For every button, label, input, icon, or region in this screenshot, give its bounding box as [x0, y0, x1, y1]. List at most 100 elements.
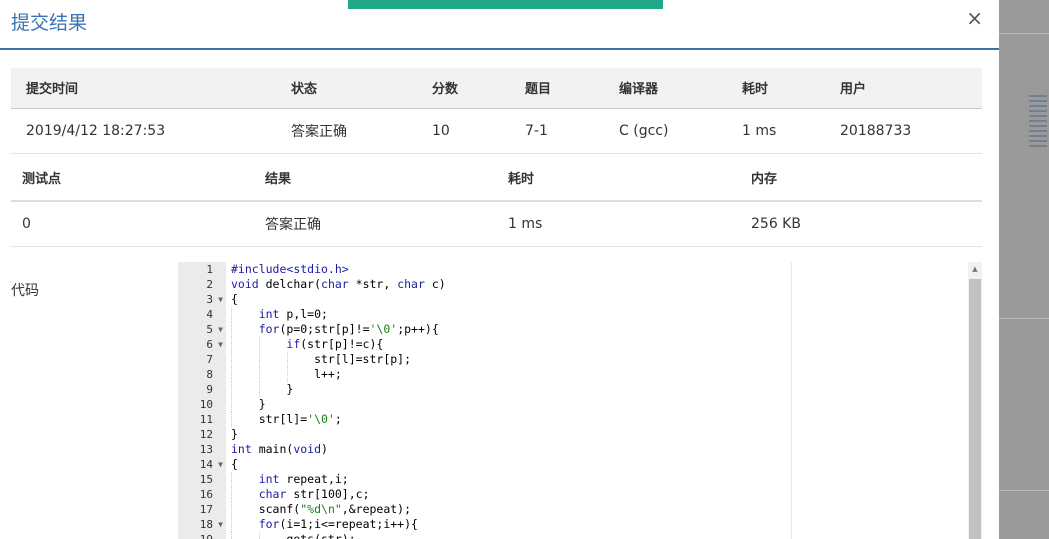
indent-guide	[231, 367, 232, 382]
elapsed-value: 1 ms	[727, 108, 825, 154]
code-label: 代码	[11, 283, 39, 299]
indent-guide	[259, 337, 260, 352]
column-header-compiler: 编译器	[604, 68, 727, 109]
line-number: 9	[206, 383, 213, 396]
line-number: 19	[178, 532, 226, 539]
line-number: 10	[199, 398, 213, 411]
column-header-test-point: 测试点	[11, 154, 254, 202]
line-number: 2	[206, 278, 213, 291]
indent-guide	[231, 517, 232, 532]
scroll-up-arrow-icon[interactable]: ▲	[968, 262, 982, 276]
indent-guide	[287, 352, 288, 367]
fold-arrow-icon[interactable]: ▼	[218, 337, 223, 352]
line-number: 11	[199, 413, 213, 426]
fold-arrow-icon[interactable]: ▼	[218, 322, 223, 337]
code-line: str[l]=str[p];	[231, 352, 412, 366]
line-number: 4	[206, 308, 213, 321]
code-line: int p,l=0;	[258, 307, 328, 321]
fold-arrow-icon[interactable]: ▼	[218, 517, 223, 532]
tests-header-row: 测试点 结果 耗时 内存	[11, 154, 982, 202]
table-row: 0 答案正确 1 ms 256 KB	[11, 201, 982, 247]
indent-guide	[259, 352, 260, 367]
indent-guide	[231, 397, 232, 412]
line-number: 6 ▼	[206, 337, 223, 352]
submit-time: 2019/4/12 18:27:53	[11, 108, 276, 154]
indent-guide	[231, 337, 232, 352]
submission-summary-table: 提交时间 状态 分数 题目 编译器 耗时 用户 2019/4/12 18:27:…	[11, 68, 982, 154]
line-number: 1	[206, 263, 213, 276]
code-line: if(str[p]!=c){	[286, 337, 384, 351]
close-icon[interactable]: ×	[966, 8, 983, 28]
line-number: 13	[199, 443, 213, 456]
code-line: str[l]='\0';	[231, 412, 342, 426]
column-header-problem: 题目	[510, 68, 604, 109]
backdrop-divider	[999, 318, 1049, 319]
status-badge: 答案正确	[276, 108, 417, 154]
code-line: }	[231, 427, 238, 441]
line-number: 15	[199, 473, 213, 486]
line-number: 3 ▼	[206, 292, 223, 307]
column-header-result: 结果	[254, 154, 497, 202]
column-header-memory: 内存	[740, 154, 982, 202]
test-elapsed: 1 ms	[497, 201, 740, 247]
fold-arrow-icon[interactable]: ▼	[218, 457, 223, 472]
line-number: 14 ▼	[199, 457, 223, 472]
column-header-user: 用户	[825, 68, 982, 109]
code-line: void delchar(char *str, char c)	[231, 277, 446, 291]
line-number: 8	[206, 368, 213, 381]
toast-bar	[348, 0, 663, 9]
indent-guide	[231, 502, 232, 517]
line-number: 16	[199, 488, 213, 501]
score-value: 10	[417, 108, 510, 154]
backdrop-content	[1029, 95, 1047, 150]
code-line: scanf("%d\n",&repeat);	[231, 502, 412, 516]
page-backdrop	[999, 0, 1049, 539]
modal-title: 提交结果	[11, 12, 88, 34]
column-header-score: 分数	[417, 68, 510, 109]
line-number: 17	[199, 503, 213, 516]
backdrop-divider	[999, 490, 1049, 491]
line-number: 12	[199, 428, 213, 441]
scrollbar-thumb[interactable]	[969, 279, 981, 539]
indent-guide	[259, 532, 260, 539]
column-header-elapsed: 耗时	[727, 68, 825, 109]
backdrop-divider	[999, 33, 1049, 34]
submission-result-modal: 提交结果 × 提交时间 状态 分数 题目 编译器 耗时 用户 2019/4/12…	[0, 0, 999, 539]
indent-guide	[231, 487, 232, 502]
column-header-elapsed: 耗时	[497, 154, 740, 202]
table-row: 2019/4/12 18:27:53 答案正确 10 7-1 C (gcc) 1…	[11, 108, 982, 154]
line-number: 18 ▼	[199, 517, 223, 532]
fold-arrow-icon[interactable]: ▼	[218, 292, 223, 307]
code-line: {	[231, 292, 238, 306]
editor-scrollbar[interactable]: ▲	[968, 262, 982, 539]
print-margin	[791, 262, 792, 539]
compiler-value: C (gcc)	[604, 108, 727, 154]
editor-gutter: 123▼45▼6▼7891011121314▼15161718▼19	[178, 262, 226, 539]
test-point-id: 0	[11, 201, 254, 247]
indent-guide	[259, 382, 260, 397]
indent-guide	[231, 382, 232, 397]
code-line: for(p=0;str[p]!='\0';p++){	[258, 322, 439, 336]
indent-guide	[259, 367, 260, 382]
column-header-status: 状态	[276, 68, 417, 109]
indent-guide	[231, 412, 232, 427]
indent-guide	[231, 472, 232, 487]
problem-link[interactable]: 7-1	[510, 108, 604, 154]
line-number: 7	[206, 353, 213, 366]
code-line: char str[100],c;	[258, 487, 370, 501]
test-memory: 256 KB	[740, 201, 982, 247]
column-header-time: 提交时间	[11, 68, 276, 109]
indent-guide	[231, 532, 232, 539]
code-line: gets(str);	[231, 532, 356, 539]
code-line: }	[231, 382, 294, 396]
code-editor[interactable]: 123▼45▼6▼7891011121314▼15161718▼19 #incl…	[178, 262, 983, 539]
indent-guide	[231, 322, 232, 337]
line-number: 5 ▼	[206, 322, 223, 337]
summary-header-row: 提交时间 状态 分数 题目 编译器 耗时 用户	[11, 68, 982, 109]
indent-guide	[287, 367, 288, 382]
user-value: 20188733	[825, 108, 982, 154]
test-result: 答案正确	[254, 201, 497, 247]
code-area[interactable]: #include<stdio.h> void delchar(char *str,…	[226, 262, 968, 539]
test-points-table: 测试点 结果 耗时 内存 0 答案正确 1 ms 256 KB	[11, 154, 982, 247]
code-line: #include<stdio.h>	[231, 262, 349, 276]
